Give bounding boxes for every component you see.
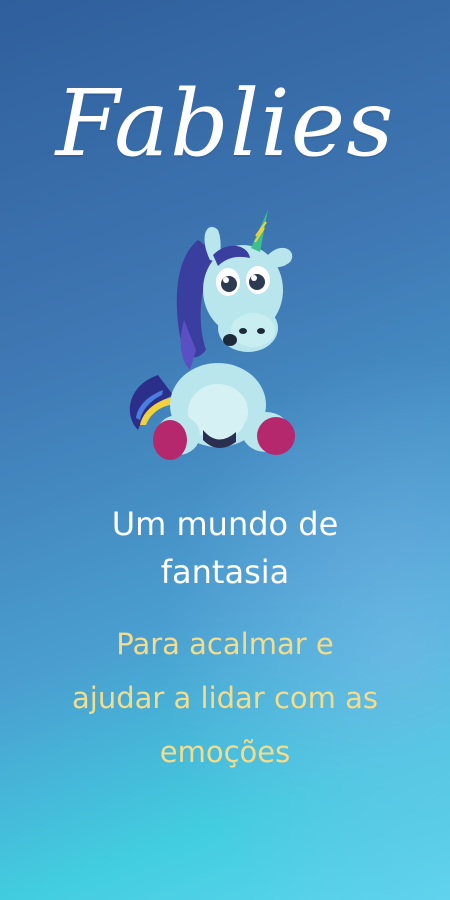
unicorn-mascot-illustration [129,210,295,460]
headline-line-1: Um mundo de [111,505,339,543]
app-logo: Fablies [55,70,395,177]
subheadline-line-2: ajudar a lidar com as [72,681,378,715]
headline: Um mundo de fantasia [0,500,450,596]
headline-line-2: fantasia [160,553,290,591]
subheadline-line-3: emoções [159,735,291,769]
subheadline: Para acalmar e ajudar a lidar com as emo… [0,617,450,779]
subheadline-line-1: Para acalmar e [116,627,334,661]
